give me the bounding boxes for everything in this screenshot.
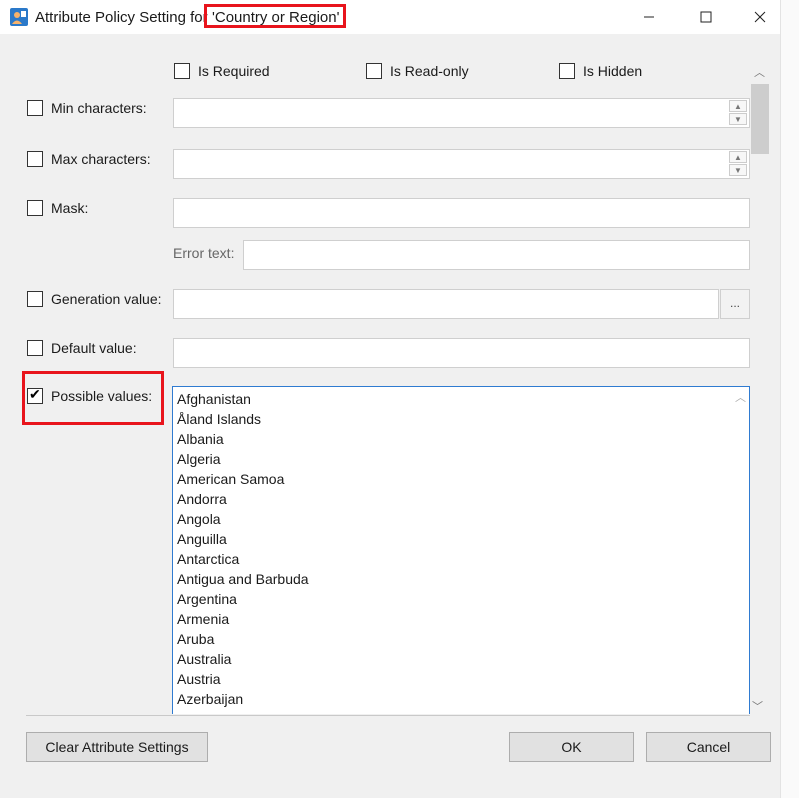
is-readonly-checkbox[interactable] — [366, 63, 382, 79]
list-item[interactable]: Albania — [173, 429, 749, 449]
dialog-content: Is Required Is Read-only Is Hidden Min c… — [0, 34, 780, 798]
default-value-checkbox[interactable] — [27, 340, 43, 356]
list-item[interactable]: Armenia — [173, 609, 749, 629]
list-item[interactable]: American Samoa — [173, 469, 749, 489]
scrollbar-thumb[interactable] — [751, 84, 769, 154]
min-characters-stepper[interactable]: ▲ ▼ — [729, 100, 747, 126]
generation-value-checkbox[interactable] — [27, 291, 43, 307]
list-item[interactable]: Anguilla — [173, 529, 749, 549]
is-readonly-label: Is Read-only — [390, 63, 469, 79]
title-bar: Attribute Policy Setting for 'Country or… — [0, 0, 780, 34]
background-window-edge — [780, 0, 799, 798]
default-value-label: Default value: — [51, 340, 137, 356]
possible-values-checkbox[interactable] — [27, 386, 43, 404]
footer-divider — [26, 715, 750, 716]
possible-values-list[interactable]: Afghanistan Åland Islands Albania Algeria Am… — [172, 386, 750, 714]
close-icon — [754, 11, 766, 23]
chevron-down-icon[interactable]: ▼ — [729, 113, 747, 125]
possible-values-items: Afghanistan Åland Islands Albania Algeria Am… — [173, 387, 749, 714]
list-item[interactable]: Antarctica — [173, 549, 749, 569]
scroll-down-icon[interactable]: ﹀ — [752, 698, 763, 714]
mask-checkbox[interactable] — [27, 200, 43, 216]
is-required-checkbox[interactable] — [174, 63, 190, 79]
max-characters-label: Max characters: — [51, 151, 151, 167]
list-item[interactable]: Andorra — [173, 489, 749, 509]
is-hidden-checkbox[interactable] — [559, 63, 575, 79]
maximize-icon — [700, 11, 712, 23]
settings-scrollbar[interactable]: ︿ — [751, 62, 769, 714]
min-characters-input[interactable]: ▲ ▼ — [173, 98, 750, 128]
list-item[interactable]: Argentina — [173, 589, 749, 609]
is-hidden-label: Is Hidden — [583, 63, 643, 79]
mask-label: Mask: — [51, 200, 89, 216]
app-icon — [10, 8, 28, 26]
possible-values-label: Possible values: — [51, 388, 153, 404]
close-button[interactable] — [741, 0, 779, 34]
list-scroll-up-icon[interactable]: ︿ — [735, 389, 746, 405]
generation-value-input[interactable] — [173, 289, 719, 319]
list-item[interactable]: Australia — [173, 649, 749, 669]
window-title-attribute: 'Country or Region' — [212, 9, 340, 26]
mask-input[interactable] — [173, 198, 750, 228]
scroll-up-icon[interactable]: ︿ — [754, 64, 765, 80]
window-title: Attribute Policy Setting for — [35, 9, 208, 26]
chevron-up-icon[interactable]: ▲ — [729, 151, 747, 163]
cancel-button[interactable]: Cancel — [646, 732, 771, 762]
min-characters-label: Min characters: — [51, 100, 147, 116]
minimize-button[interactable] — [626, 0, 672, 34]
list-item[interactable]: Azerbaijan — [173, 689, 749, 709]
settings-panel: Is Required Is Read-only Is Hidden Min c… — [0, 34, 770, 714]
error-text-input[interactable] — [243, 240, 750, 270]
list-item[interactable]: Bahamas — [173, 709, 749, 714]
list-item[interactable]: Åland Islands — [173, 409, 749, 429]
min-characters-checkbox[interactable] — [27, 100, 43, 116]
list-item[interactable]: Algeria — [173, 449, 749, 469]
max-characters-input[interactable]: ▲ ▼ — [173, 149, 750, 179]
list-item[interactable]: Angola — [173, 509, 749, 529]
maximize-button[interactable] — [683, 0, 729, 34]
list-item[interactable]: Antigua and Barbuda — [173, 569, 749, 589]
error-text-label: Error text: — [173, 245, 235, 261]
clear-attribute-settings-button[interactable]: Clear Attribute Settings — [26, 732, 208, 762]
chevron-down-icon[interactable]: ▼ — [729, 164, 747, 176]
is-required-label: Is Required — [198, 63, 270, 79]
generation-value-browse-button[interactable]: ... — [720, 289, 750, 319]
generation-value-label: Generation value: — [51, 291, 162, 307]
max-characters-checkbox[interactable] — [27, 151, 43, 167]
list-item[interactable]: Aruba — [173, 629, 749, 649]
default-value-input[interactable] — [173, 338, 750, 368]
ok-button[interactable]: OK — [509, 732, 634, 762]
max-characters-stepper[interactable]: ▲ ▼ — [729, 151, 747, 177]
list-item[interactable]: Austria — [173, 669, 749, 689]
chevron-up-icon[interactable]: ▲ — [729, 100, 747, 112]
minimize-icon — [644, 16, 654, 18]
list-item[interactable]: Afghanistan — [173, 389, 749, 409]
